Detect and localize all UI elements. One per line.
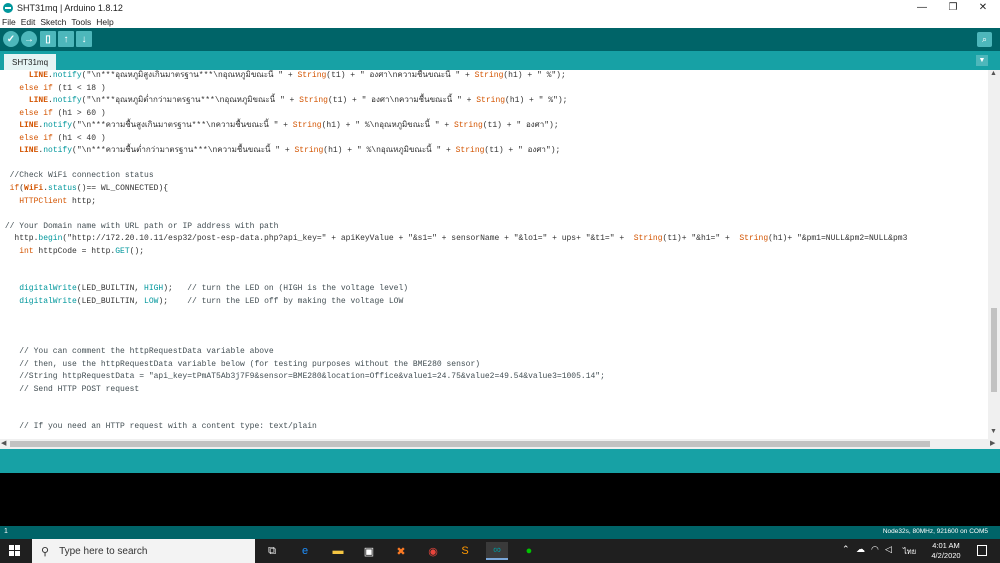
code-line[interactable]: //Check WiFi connection status xyxy=(0,170,154,182)
upload-button[interactable]: → xyxy=(21,31,37,47)
network-icon[interactable]: ☁ xyxy=(856,544,865,555)
code-line[interactable]: LINE.notify("\n***อุณหภูมิต่ำกว่ามาตรฐาน… xyxy=(0,95,568,107)
scroll-left-icon[interactable]: ◀ xyxy=(1,439,6,447)
code-line[interactable]: digitalWrite(LED_BUILTIN, LOW); // turn … xyxy=(0,296,403,308)
file-explorer-icon[interactable]: ▬ xyxy=(327,542,349,560)
window-title: SHT31mq | Arduino 1.8.12 xyxy=(17,2,123,13)
code-line[interactable]: LINE.notify("\n***ความชื้นสูงเกินมาตรฐาน… xyxy=(0,120,558,132)
code-line[interactable]: HTTPClient http; xyxy=(0,196,96,208)
menu-tools[interactable]: Tools xyxy=(71,17,91,27)
scroll-down-icon[interactable]: ▼ xyxy=(990,428,997,435)
line-number: 1 xyxy=(4,528,8,535)
scroll-up-icon[interactable]: ▲ xyxy=(990,70,997,77)
code-line[interactable]: // Your Domain name with URL path or IP … xyxy=(0,221,279,233)
chrome-icon[interactable]: ◉ xyxy=(422,542,444,560)
menu-edit[interactable]: Edit xyxy=(21,17,36,27)
maximize-button[interactable]: ❐ xyxy=(938,0,968,15)
edge-icon[interactable]: e xyxy=(294,542,316,560)
code-line[interactable]: else if (h1 > 60 ) xyxy=(0,108,105,120)
code-line[interactable]: //String httpRequestData = "api_key=tPmA… xyxy=(0,371,605,383)
check-icon: ✓ xyxy=(6,33,16,45)
search-placeholder: Type here to search xyxy=(59,545,148,557)
xampp-icon[interactable]: ✖ xyxy=(390,542,412,560)
code-line[interactable]: // You can comment the httpRequestData v… xyxy=(0,346,273,358)
code-line[interactable]: else if (h1 < 40 ) xyxy=(0,133,105,145)
code-line[interactable]: else if (t1 < 18 ) xyxy=(0,83,105,95)
store-icon[interactable]: ▣ xyxy=(358,542,380,560)
code-editor[interactable]: LINE.notify("\n***อุณหภูมิสูงเกินมาตรฐาน… xyxy=(0,70,988,439)
chevron-up-icon[interactable]: ⌃ xyxy=(842,544,850,555)
serial-monitor-button[interactable]: ⌕ xyxy=(977,32,992,47)
open-sketch-button[interactable]: ↑ xyxy=(58,31,74,47)
title-bar: SHT31mq | Arduino 1.8.12 — ❐ ✕ xyxy=(0,0,1000,15)
menu-bar: File Edit Sketch Tools Help xyxy=(0,15,1000,28)
status-bar: 1 Node32s, 80MHz, 921600 on COM5 xyxy=(0,526,1000,539)
wifi-icon[interactable]: ◠ xyxy=(871,544,879,555)
console-output[interactable] xyxy=(0,473,1000,526)
code-line[interactable]: if(WiFi.status()== WL_CONNECTED){ xyxy=(0,183,168,195)
code-line[interactable]: LINE.notify("\n***ความชื้นต่ำกว่ามาตรฐาน… xyxy=(0,145,560,157)
code-line[interactable]: // then, use the httpRequestData variabl… xyxy=(0,359,480,371)
code-line[interactable]: digitalWrite(LED_BUILTIN, HIGH); // turn… xyxy=(0,283,408,295)
line-icon[interactable]: ● xyxy=(518,542,540,560)
windows-start-icon[interactable] xyxy=(9,545,21,557)
toolbar: ✓ → ▯ ↑ ↓ ⌕ xyxy=(0,28,1000,51)
chevron-down-icon: ▼ xyxy=(978,57,986,64)
horizontal-scrollbar[interactable]: ◀ ▶ xyxy=(0,439,1000,449)
tab-sht31mq[interactable]: SHT31mq xyxy=(4,54,57,70)
new-sketch-button[interactable]: ▯ xyxy=(40,31,56,47)
arduino-logo-icon xyxy=(3,2,13,13)
arrow-down-icon: ↓ xyxy=(81,33,87,45)
save-sketch-button[interactable]: ↓ xyxy=(76,31,92,47)
minimize-button[interactable]: — xyxy=(907,0,937,15)
clock-time: 4:01 AM xyxy=(932,541,960,550)
vertical-scroll-thumb[interactable] xyxy=(991,308,997,392)
horizontal-scroll-thumb[interactable] xyxy=(10,441,930,447)
arrow-right-icon: → xyxy=(24,33,34,45)
tab-menu-button[interactable]: ▼ xyxy=(976,55,988,66)
code-line[interactable]: int httpCode = http.GET(); xyxy=(0,246,144,258)
code-line[interactable]: // If you need an HTTP request with a co… xyxy=(0,421,317,433)
taskbar-clock[interactable]: 4:01 AM 4/2/2020 xyxy=(926,541,966,561)
arduino-icon[interactable]: ∞ xyxy=(486,542,508,560)
search-icon: ⚲ xyxy=(41,545,50,558)
vertical-scrollbar[interactable]: ▲ ▼ xyxy=(988,70,1000,439)
code-line[interactable]: http.begin("http://172.20.10.11/esp32/po… xyxy=(0,233,907,245)
new-file-icon: ▯ xyxy=(45,33,51,45)
sublime-icon[interactable]: S xyxy=(454,542,476,560)
tab-bar: SHT31mq ▼ xyxy=(0,51,1000,70)
taskbar: ⚲ Type here to search ⧉ e ▬ ▣ ✖ ◉ S ∞ ● … xyxy=(0,539,1000,563)
message-area xyxy=(0,449,1000,473)
menu-file[interactable]: File xyxy=(2,17,16,27)
language-indicator[interactable]: ไทย xyxy=(903,546,916,558)
code-line[interactable]: LINE.notify("\n***อุณหภูมิสูงเกินมาตรฐาน… xyxy=(0,70,566,82)
menu-sketch[interactable]: Sketch xyxy=(40,17,66,27)
taskbar-search-box[interactable]: ⚲ Type here to search xyxy=(32,539,255,563)
notification-icon[interactable] xyxy=(977,545,987,556)
close-button[interactable]: ✕ xyxy=(968,0,998,15)
magnifier-icon: ⌕ xyxy=(981,34,988,44)
menu-help[interactable]: Help xyxy=(96,17,113,27)
task-view-icon[interactable]: ⧉ xyxy=(261,542,283,560)
arrow-up-icon: ↑ xyxy=(63,33,69,45)
scroll-right-icon[interactable]: ▶ xyxy=(990,439,995,447)
verify-button[interactable]: ✓ xyxy=(3,31,19,47)
code-line[interactable]: // Send HTTP POST request xyxy=(0,384,139,396)
board-info: Node32s, 80MHz, 921600 on COM5 xyxy=(882,528,988,535)
volume-icon[interactable]: ◁ xyxy=(885,544,892,555)
clock-date: 4/2/2020 xyxy=(931,551,961,560)
